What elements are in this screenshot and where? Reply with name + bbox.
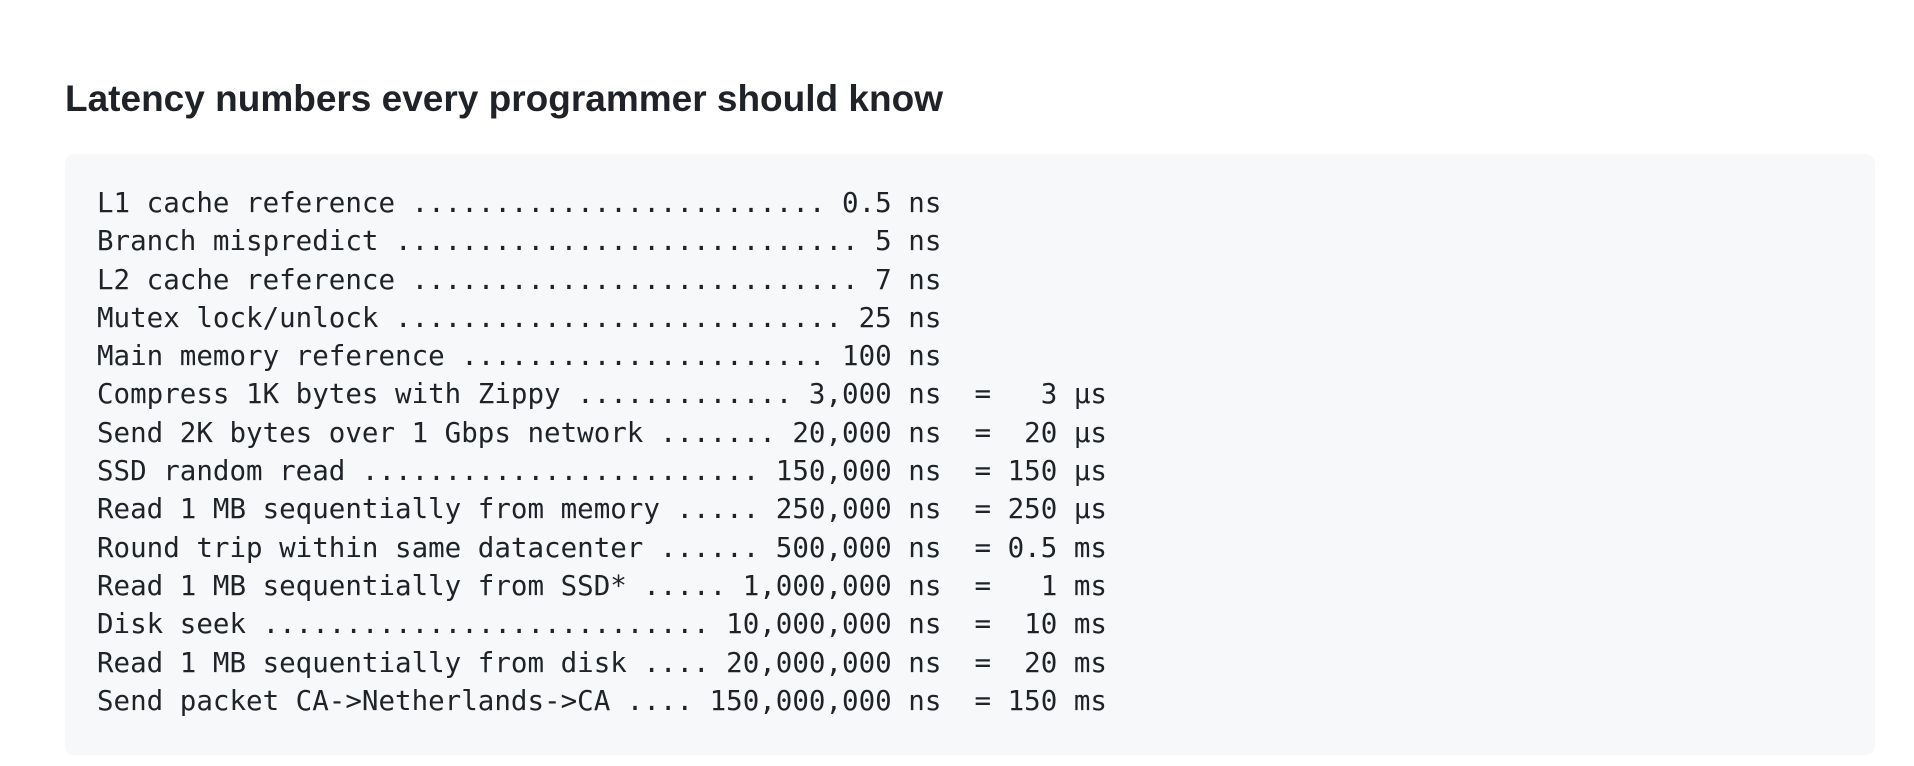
code-line: SSD random read ........................… (97, 455, 1107, 488)
code-line: Send 2K bytes over 1 Gbps network ......… (97, 416, 1107, 449)
code-line: Compress 1K bytes with Zippy ...........… (97, 378, 1107, 411)
code-line: Read 1 MB sequentially from SSD* ..... 1… (97, 569, 1107, 602)
code-line: Mutex lock/unlock ......................… (97, 301, 942, 334)
code-block: L1 cache reference .....................… (65, 154, 1875, 755)
code-line: Disk seek ........................... 10… (97, 608, 1107, 641)
code-line: L1 cache reference .....................… (97, 187, 942, 219)
code-line: Branch mispredict ......................… (97, 225, 942, 258)
code-line: L2 cache reference .....................… (97, 263, 942, 296)
code-line: Round trip within same datacenter ......… (97, 531, 1107, 564)
code-line: Read 1 MB sequentially from memory .....… (97, 493, 1107, 526)
section-heading: Latency numbers every programmer should … (65, 78, 943, 119)
code-line: Send packet CA->Netherlands->CA .... 150… (97, 684, 1107, 717)
code-line: Main memory reference ..................… (97, 340, 942, 373)
code-line: Read 1 MB sequentially from disk .... 20… (97, 646, 1107, 679)
code-lines: L1 cache reference .....................… (97, 184, 1843, 720)
